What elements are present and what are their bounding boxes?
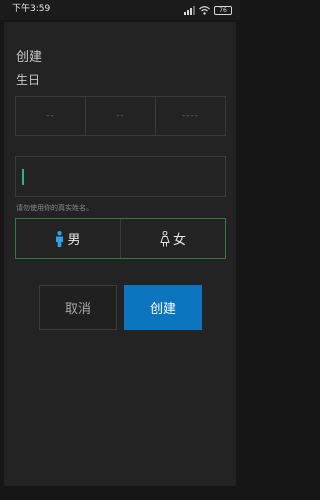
- status-icons: 76: [184, 4, 232, 16]
- birth-year-field[interactable]: --: [16, 97, 86, 135]
- name-hint: 请勿使用你的真实姓名。: [16, 204, 93, 212]
- gender-female-label: 女: [172, 233, 186, 248]
- gender-female-option[interactable]: 女: [121, 219, 225, 258]
- birthday-picker: -- -- ----: [15, 96, 226, 136]
- female-icon: [160, 230, 170, 246]
- battery-level: 76: [219, 6, 227, 14]
- cancel-button[interactable]: 取消: [39, 285, 117, 330]
- dialog-title: 创建: [16, 50, 43, 65]
- gender-male-option[interactable]: 男: [16, 219, 121, 258]
- text-caret: [22, 169, 24, 185]
- status-bar: 下午3:59 76: [0, 0, 240, 20]
- signal-icon: [184, 5, 195, 15]
- wifi-icon: [199, 5, 210, 15]
- birth-month-field[interactable]: --: [86, 97, 156, 135]
- birthday-label: 生日: [16, 73, 41, 87]
- gender-selector: 男 女: [15, 218, 226, 259]
- battery-icon: 76: [214, 5, 232, 15]
- name-input[interactable]: [15, 156, 226, 197]
- status-time: 下午3:59: [12, 4, 51, 14]
- birth-day-field[interactable]: ----: [156, 97, 225, 135]
- male-icon: [56, 230, 64, 247]
- create-button[interactable]: 创建: [124, 285, 202, 330]
- gender-male-label: 男: [67, 233, 81, 248]
